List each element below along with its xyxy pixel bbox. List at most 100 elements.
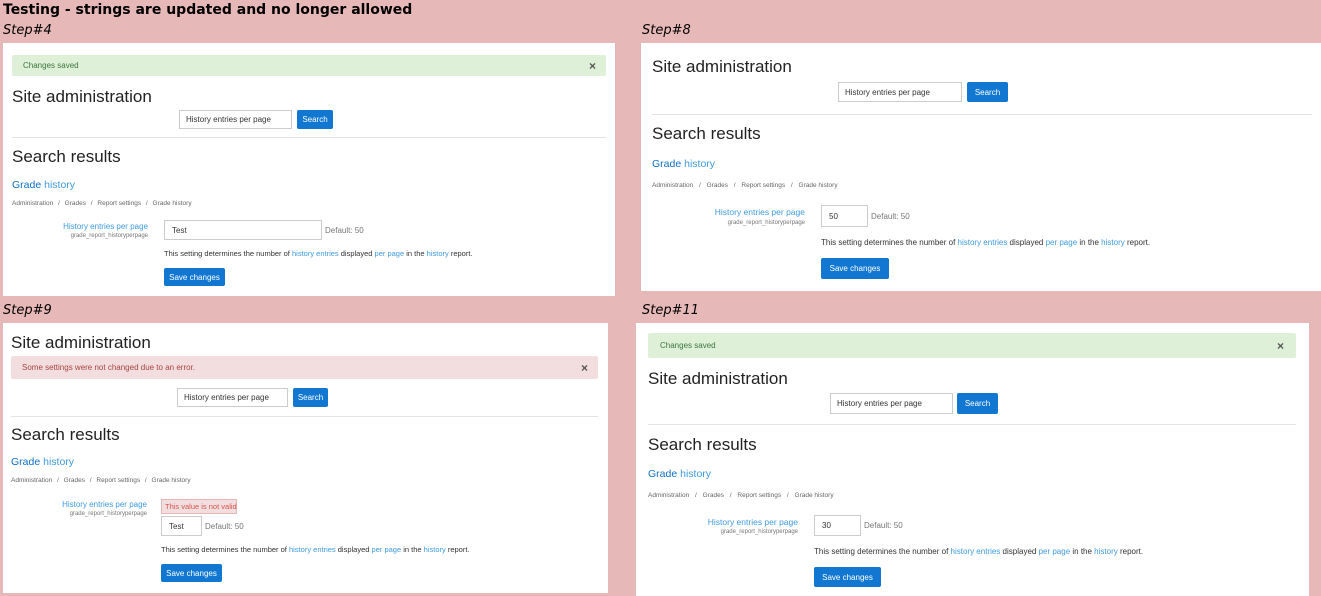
default-value: Default: 50 bbox=[205, 522, 244, 531]
setting-id: grade_report_historyperpage bbox=[69, 511, 147, 517]
desc-text: in the bbox=[404, 249, 427, 258]
desc-text: displayed bbox=[1007, 238, 1046, 247]
breadcrumb-grades[interactable]: Grades bbox=[65, 200, 86, 207]
search-button[interactable]: Search bbox=[957, 393, 998, 414]
history-link[interactable]: history bbox=[44, 179, 75, 191]
desc-link-history-entries[interactable]: history entries bbox=[951, 547, 1001, 556]
search-input[interactable]: History entries per page bbox=[830, 393, 953, 414]
close-icon[interactable]: × bbox=[589, 60, 596, 72]
breadcrumb-report-settings[interactable]: Report settings bbox=[741, 182, 785, 189]
desc-link-per-page[interactable]: per page bbox=[1046, 238, 1078, 247]
desc-text: This setting determines the number of bbox=[164, 249, 292, 258]
validation-error: This value is not valid bbox=[161, 499, 237, 514]
history-link[interactable]: history bbox=[684, 158, 715, 170]
step-label-4: Step#4 bbox=[3, 23, 52, 38]
search-results-title: Search results bbox=[11, 425, 120, 444]
breadcrumb-grade-history[interactable]: Grade history bbox=[795, 492, 834, 499]
breadcrumb-grades[interactable]: Grades bbox=[707, 182, 728, 189]
setting-name[interactable]: History entries per page bbox=[62, 500, 147, 509]
search-input[interactable]: History entries per page bbox=[838, 82, 962, 102]
setting-name[interactable]: History entries per page bbox=[708, 517, 798, 527]
desc-text: in the bbox=[401, 545, 424, 554]
desc-link-history[interactable]: history bbox=[427, 249, 449, 258]
page-title: Site administration bbox=[11, 333, 151, 352]
alert-text: Some settings were not changed due to an… bbox=[22, 362, 195, 372]
search-button[interactable]: Search bbox=[967, 82, 1008, 102]
alert-settings-error: Some settings were not changed due to an… bbox=[11, 356, 598, 379]
desc-link-history[interactable]: history bbox=[424, 545, 446, 554]
panel-step-9: Site administration Some settings were n… bbox=[3, 323, 608, 593]
breadcrumb-grade-history[interactable]: Grade history bbox=[153, 200, 192, 207]
desc-link-history-entries[interactable]: history entries bbox=[292, 249, 339, 258]
search-button[interactable]: Search bbox=[293, 388, 328, 407]
setting-id: grade_report_historyperpage bbox=[727, 220, 805, 226]
breadcrumb-grades[interactable]: Grades bbox=[703, 492, 724, 499]
breadcrumb-separator: / bbox=[144, 477, 147, 484]
step-label-9: Step#9 bbox=[3, 303, 52, 318]
desc-link-history[interactable]: history bbox=[1094, 547, 1118, 556]
desc-text: This setting determines the number of bbox=[814, 547, 951, 556]
save-changes-button[interactable]: Save changes bbox=[814, 567, 881, 587]
breadcrumb-grade-history[interactable]: Grade history bbox=[799, 182, 838, 189]
desc-link-per-page[interactable]: per page bbox=[375, 249, 405, 258]
breadcrumb: Administration / Grades / Report setting… bbox=[12, 200, 192, 207]
breadcrumb-separator: / bbox=[699, 182, 701, 189]
setting-id: grade_report_historyperpage bbox=[720, 529, 798, 535]
grade-word: Grade bbox=[12, 179, 42, 191]
desc-link-history-entries[interactable]: history entries bbox=[289, 545, 336, 554]
section-title-grade-history: Grade history bbox=[652, 158, 715, 170]
alert-changes-saved: Changes saved × bbox=[12, 55, 606, 76]
search-button[interactable]: Search bbox=[297, 110, 333, 129]
search-results-title: Search results bbox=[648, 435, 757, 454]
history-link[interactable]: history bbox=[680, 468, 711, 480]
default-value: Default: 50 bbox=[325, 226, 364, 235]
breadcrumb-grade-history[interactable]: Grade history bbox=[152, 477, 191, 484]
breadcrumb-separator: / bbox=[145, 200, 148, 207]
history-perpage-input[interactable]: Test bbox=[161, 516, 202, 536]
breadcrumb-administration[interactable]: Administration bbox=[652, 182, 693, 189]
desc-text: displayed bbox=[338, 249, 375, 258]
desc-link-per-page[interactable]: per page bbox=[1039, 547, 1071, 556]
setting-description: This setting determines the number of hi… bbox=[164, 249, 473, 258]
breadcrumb-administration[interactable]: Administration bbox=[12, 200, 53, 207]
setting-description: This setting determines the number of hi… bbox=[161, 545, 470, 554]
save-changes-button[interactable]: Save changes bbox=[164, 268, 225, 286]
page-title: Site administration bbox=[652, 57, 792, 76]
close-icon[interactable]: × bbox=[1277, 340, 1284, 352]
search-results-title: Search results bbox=[12, 147, 121, 166]
alert-text: Changes saved bbox=[660, 340, 716, 350]
breadcrumb-administration[interactable]: Administration bbox=[11, 477, 52, 484]
grade-word: Grade bbox=[652, 158, 682, 170]
breadcrumb-report-settings[interactable]: Report settings bbox=[737, 492, 781, 499]
close-icon[interactable]: × bbox=[581, 362, 588, 374]
history-perpage-input[interactable]: Test bbox=[164, 220, 322, 240]
breadcrumb-separator: / bbox=[733, 182, 736, 189]
search-input[interactable]: History entries per page bbox=[177, 388, 288, 407]
desc-link-history-entries[interactable]: history entries bbox=[958, 238, 1008, 247]
history-perpage-input[interactable]: 50 bbox=[821, 205, 868, 227]
alert-changes-saved: Changes saved × bbox=[648, 333, 1296, 358]
setting-id: grade_report_historyperpage bbox=[70, 233, 148, 239]
grade-word: Grade bbox=[11, 456, 41, 468]
breadcrumb-separator: / bbox=[90, 200, 93, 207]
setting-description: This setting determines the number of hi… bbox=[814, 547, 1143, 556]
save-changes-button[interactable]: Save changes bbox=[821, 258, 889, 279]
breadcrumb: Administration / Grades / Report setting… bbox=[648, 492, 834, 499]
breadcrumb-report-settings[interactable]: Report settings bbox=[96, 477, 140, 484]
page-title: Site administration bbox=[12, 87, 152, 106]
desc-link-history[interactable]: history bbox=[1101, 238, 1125, 247]
setting-name[interactable]: History entries per page bbox=[63, 222, 148, 231]
setting-name[interactable]: History entries per page bbox=[715, 207, 805, 217]
save-changes-button[interactable]: Save changes bbox=[161, 564, 222, 582]
history-perpage-input[interactable]: 30 bbox=[814, 515, 861, 536]
desc-text: report. bbox=[445, 545, 470, 554]
breadcrumb-grades[interactable]: Grades bbox=[64, 477, 85, 484]
history-link[interactable]: history bbox=[43, 456, 74, 468]
search-input[interactable]: History entries per page bbox=[179, 110, 292, 129]
breadcrumb-report-settings[interactable]: Report settings bbox=[97, 200, 141, 207]
desc-text: in the bbox=[1077, 238, 1102, 247]
desc-text: in the bbox=[1070, 547, 1095, 556]
desc-link-per-page[interactable]: per page bbox=[372, 545, 402, 554]
step-label-8: Step#8 bbox=[642, 23, 691, 38]
breadcrumb-administration[interactable]: Administration bbox=[648, 492, 689, 499]
